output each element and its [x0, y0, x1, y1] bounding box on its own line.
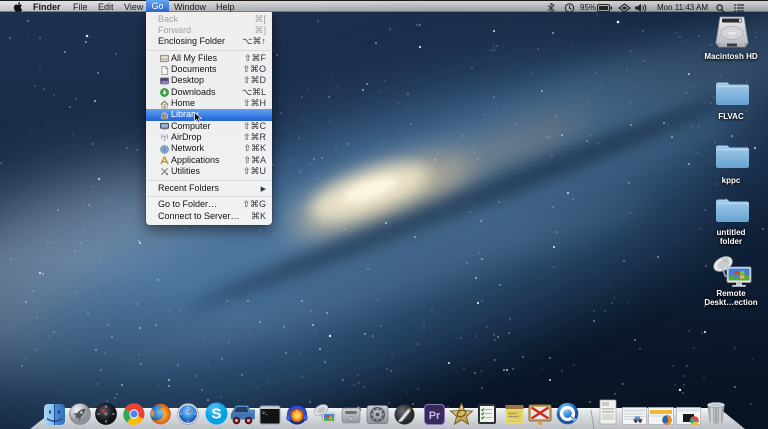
svg-text:>_: >_: [262, 411, 269, 417]
svg-text:Pr: Pr: [428, 410, 440, 422]
svg-text:S: S: [211, 406, 221, 423]
